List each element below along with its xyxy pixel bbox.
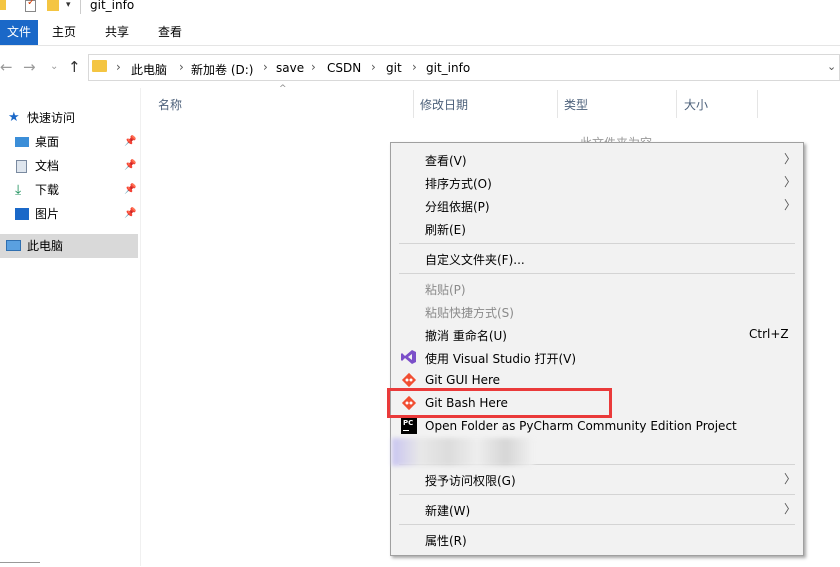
sidebar-item-label: 快速访问 xyxy=(27,111,76,125)
breadcrumb-separator: › xyxy=(371,60,376,74)
document-icon xyxy=(16,160,27,173)
new-folder-icon[interactable] xyxy=(47,0,59,11)
breadcrumb-separator: › xyxy=(311,60,316,74)
status-bar-icon xyxy=(0,562,40,567)
column-name[interactable]: 名称 xyxy=(158,96,182,113)
pin-icon[interactable]: 📌 xyxy=(124,178,136,202)
sidebar-item-this-pc[interactable]: 此电脑 xyxy=(0,234,138,258)
folder-icon xyxy=(0,0,6,10)
breadcrumb-save[interactable]: save xyxy=(276,61,304,75)
desktop-icon xyxy=(15,137,29,147)
breadcrumb-git[interactable]: git xyxy=(386,61,402,75)
breadcrumb-separator: › xyxy=(412,60,417,74)
menu-item-undo-rename[interactable]: 撤消 重命名(U) xyxy=(425,327,507,344)
sidebar-item-desktop[interactable]: 桌面 📌 xyxy=(0,130,140,154)
star-icon: ★ xyxy=(8,110,20,125)
address-bar[interactable]: › 此电脑 › 新加卷 (D:) › save › CSDN › git › g… xyxy=(88,54,840,81)
breadcrumb-separator: › xyxy=(116,60,121,74)
submenu-arrow-icon: 〉 xyxy=(784,472,797,486)
ribbon-tabs: 文件 主页 共享 查看 xyxy=(0,20,840,46)
menu-item-refresh[interactable]: 刷新(E) xyxy=(425,221,466,238)
toolbar-divider xyxy=(80,0,81,14)
tab-home[interactable]: 主页 xyxy=(46,20,82,45)
menu-item-open-visual-studio[interactable]: 使用 Visual Studio 打开(V) xyxy=(425,350,576,367)
breadcrumb-drive-d[interactable]: 新加卷 (D:) xyxy=(191,61,253,78)
menu-divider xyxy=(399,524,795,525)
back-arrow-icon[interactable]: ← xyxy=(0,58,13,76)
pycharm-icon: PC xyxy=(401,418,417,434)
git-gui-icon xyxy=(401,372,417,388)
address-dropdown-chevron-icon[interactable]: ⌄ xyxy=(827,60,836,73)
forward-arrow-icon[interactable]: → xyxy=(23,58,36,76)
menu-item-paste-shortcut[interactable]: 粘贴快捷方式(S) xyxy=(425,304,514,321)
sidebar-item-documents[interactable]: 文档 📌 xyxy=(0,154,140,178)
breadcrumb-separator: › xyxy=(179,60,184,74)
highlight-box xyxy=(387,388,612,418)
breadcrumb-csdn[interactable]: CSDN xyxy=(327,61,361,75)
context-menu: 查看(V) 〉 排序方式(O) 〉 分组依据(P) 〉 刷新(E) 自定义文件夹… xyxy=(390,142,804,556)
column-size[interactable]: 大小 xyxy=(684,96,708,113)
visual-studio-icon xyxy=(401,349,417,365)
tab-file[interactable]: 文件 xyxy=(0,20,38,45)
sidebar-item-label: 文档 xyxy=(35,159,60,173)
customize-toolbar-chevron-icon[interactable]: ▾ xyxy=(66,0,71,10)
menu-item-properties[interactable]: 属性(R) xyxy=(425,532,467,549)
submenu-arrow-icon: 〉 xyxy=(784,152,797,166)
title-bar: ✓ ▾ git_info xyxy=(0,0,840,20)
pin-icon[interactable]: 📌 xyxy=(124,154,136,178)
sidebar-item-label: 桌面 xyxy=(35,135,60,149)
column-divider[interactable] xyxy=(413,90,414,118)
undo-shortcut-text: Ctrl+Z xyxy=(749,327,789,341)
submenu-arrow-icon: 〉 xyxy=(784,502,797,516)
column-divider[interactable] xyxy=(757,90,758,118)
menu-item-view[interactable]: 查看(V) xyxy=(425,152,467,169)
up-arrow-icon[interactable]: ↑ xyxy=(68,58,81,76)
quick-access-toolbar: ✓ ▾ xyxy=(0,0,81,16)
tab-share[interactable]: 共享 xyxy=(99,20,135,45)
breadcrumb-git-info[interactable]: git_info xyxy=(426,61,470,75)
pin-icon[interactable]: 📌 xyxy=(124,202,136,226)
sidebar-vertical-divider xyxy=(140,88,141,566)
menu-item-git-gui[interactable]: Git GUI Here xyxy=(425,373,500,387)
breadcrumb-separator: › xyxy=(263,60,268,74)
recent-chevron-icon[interactable]: ⌄ xyxy=(50,61,58,72)
sidebar-item-label: 此电脑 xyxy=(27,239,64,253)
window-title: git_info xyxy=(90,0,135,12)
tab-view[interactable]: 查看 xyxy=(152,20,188,45)
menu-item-paste[interactable]: 粘贴(P) xyxy=(425,281,466,298)
sidebar-item-downloads[interactable]: ⤓ 下载 📌 xyxy=(0,178,140,202)
download-icon: ⤓ xyxy=(15,182,22,198)
folder-icon xyxy=(92,60,107,72)
menu-item-customize-folder[interactable]: 自定义文件夹(F)... xyxy=(425,251,525,268)
pin-icon[interactable]: 📌 xyxy=(124,130,136,154)
menu-divider xyxy=(399,494,795,495)
breadcrumb-this-pc[interactable]: 此电脑 xyxy=(131,61,167,78)
redacted-menu-item xyxy=(392,438,534,466)
menu-item-open-pycharm[interactable]: Open Folder as PyCharm Community Edition… xyxy=(425,419,737,433)
submenu-arrow-icon: 〉 xyxy=(784,198,797,212)
picture-icon xyxy=(15,208,29,220)
computer-icon xyxy=(6,240,21,251)
menu-item-group[interactable]: 分组依据(P) xyxy=(425,198,490,215)
column-divider[interactable] xyxy=(557,90,558,118)
menu-divider xyxy=(399,273,795,274)
sort-ascending-icon: ^ xyxy=(279,84,287,94)
menu-item-give-access[interactable]: 授予访问权限(G) xyxy=(425,472,516,489)
column-type[interactable]: 类型 xyxy=(564,96,588,113)
column-date-modified[interactable]: 修改日期 xyxy=(420,96,468,113)
menu-divider xyxy=(399,243,795,244)
sidebar-item-label: 图片 xyxy=(35,207,60,221)
menu-item-sort[interactable]: 排序方式(O) xyxy=(425,175,492,192)
column-divider[interactable] xyxy=(676,90,677,118)
properties-check-icon[interactable]: ✓ xyxy=(25,0,36,12)
menu-item-new[interactable]: 新建(W) xyxy=(425,502,470,519)
submenu-arrow-icon: 〉 xyxy=(784,175,797,189)
sidebar-item-label: 下载 xyxy=(35,183,60,197)
sidebar-item-pictures[interactable]: 图片 📌 xyxy=(0,202,140,226)
